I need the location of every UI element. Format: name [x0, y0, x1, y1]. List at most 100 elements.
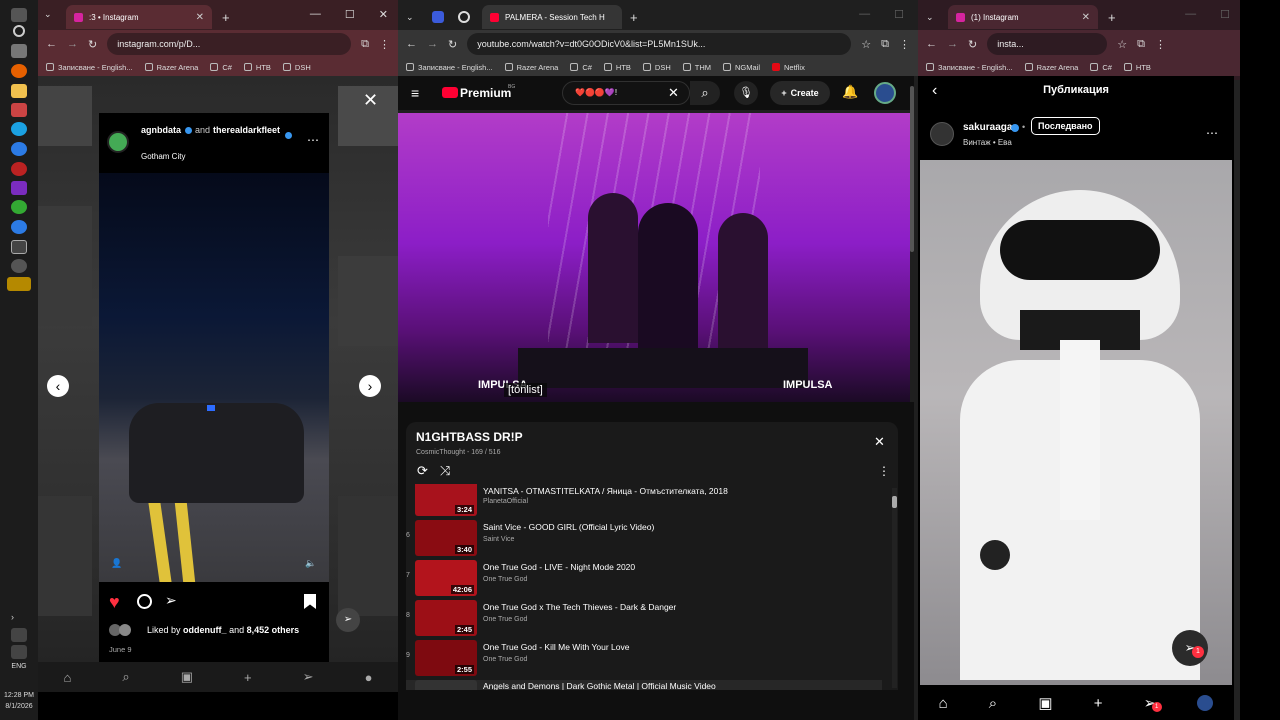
bookmark-item[interactable]: C# — [570, 63, 592, 72]
more-options-icon[interactable]: ⋯ — [1206, 126, 1218, 140]
close-post-icon[interactable]: ✕ — [363, 90, 378, 111]
shuffle-icon[interactable]: ⤨ — [440, 463, 450, 479]
playlist-item[interactable]: Angels and Demons | Dark Gothic Metal | … — [406, 680, 882, 690]
forward-icon[interactable]: → — [427, 38, 438, 50]
author-1-name[interactable]: agnbdata — [141, 125, 181, 135]
poster-subtitle[interactable]: Винтаж • Ева — [963, 138, 1012, 147]
url-field[interactable]: insta... — [987, 33, 1108, 55]
profile-avatar[interactable]: ● — [365, 670, 373, 685]
bookmark-item[interactable]: DSH — [282, 63, 311, 72]
back-icon[interactable]: ← — [46, 38, 57, 50]
close-playlist-icon[interactable]: ✕ — [874, 434, 885, 450]
create-icon[interactable]: + — [244, 670, 252, 685]
new-tab-icon[interactable]: + — [222, 10, 230, 25]
bookmark-item[interactable]: THM — [682, 63, 711, 72]
search-icon[interactable] — [13, 25, 25, 37]
chrome-profile-icon[interactable] — [11, 220, 27, 234]
loop-icon[interactable]: ⟳ — [417, 463, 428, 479]
bookmark-item[interactable]: HTB — [603, 63, 631, 72]
like-heart-icon[interactable]: ♥ — [109, 592, 120, 613]
extensions-icon[interactable]: ⧉ — [881, 38, 889, 51]
messages-icon[interactable]: ➢ 1 — [1144, 694, 1162, 712]
youtube-logo-text[interactable]: Premium — [460, 86, 511, 100]
bookmark-item[interactable]: Razer Arena — [1024, 63, 1078, 72]
url-field[interactable]: instagram.com/p/D... — [107, 33, 352, 55]
voice-search-icon[interactable]: 🎙 — [734, 81, 758, 105]
saved-bookmark-icon[interactable] — [304, 594, 316, 609]
app-icon-2[interactable] — [11, 200, 27, 214]
file-explorer-icon[interactable] — [11, 84, 27, 98]
menu-icon[interactable]: ⋮ — [1155, 38, 1166, 51]
clear-search-icon[interactable]: ✕ — [668, 85, 679, 101]
playlist-more-icon[interactable]: ⋮ — [878, 464, 890, 478]
playlist-item[interactable]: 7 42:06 One True God - LIVE - Night Mode… — [406, 560, 882, 600]
menu-icon[interactable]: ⋮ — [379, 38, 390, 51]
playlist-item[interactable]: 8 2:45 One True God x The Tech Thieves -… — [406, 600, 882, 640]
poster-username[interactable]: sakuraaga — [963, 122, 1012, 133]
bookmark-item[interactable]: HTB — [243, 63, 271, 72]
hamburger-menu-icon[interactable]: ≡ — [411, 85, 419, 101]
extensions-icon[interactable]: ⧉ — [361, 38, 369, 51]
active-chrome-icon[interactable] — [7, 277, 31, 291]
bookmark-item[interactable]: HTB — [1123, 63, 1151, 72]
back-icon[interactable]: ← — [926, 38, 937, 50]
create-button[interactable]: + Create — [770, 81, 830, 105]
search-icon[interactable]: ⌕ — [690, 81, 720, 105]
notifications-bell-icon[interactable]: 🔔 — [842, 84, 858, 100]
youtube-logo-icon[interactable] — [442, 87, 458, 98]
bookmark-item[interactable]: Записване - English... — [406, 63, 493, 72]
new-tab-icon[interactable]: + — [630, 10, 638, 25]
keyboard-icon[interactable] — [11, 645, 27, 659]
bookmark-item[interactable]: NGMail — [723, 63, 760, 72]
start-icon[interactable] — [11, 8, 27, 22]
home-icon[interactable]: ⌂ — [939, 695, 948, 712]
onenote-icon[interactable] — [11, 181, 27, 195]
tab-list-icon[interactable]: ⌄ — [44, 9, 60, 25]
clock[interactable]: 12:28 PM 8/1/2026 — [0, 690, 38, 712]
playlist-item[interactable]: 9 2:55 One True God - Kill Me With Your … — [406, 640, 882, 680]
minimize-icon[interactable]: — — [310, 8, 321, 21]
playlist-scrollbar-thumb[interactable] — [892, 496, 897, 508]
playlist-item[interactable]: 6 3:40 Saint Vice - GOOD GIRL (Official … — [406, 520, 882, 560]
playlist-title[interactable]: N1GHTBASS DR!P — [416, 430, 523, 444]
forward-icon[interactable]: → — [67, 38, 78, 50]
share-icon[interactable]: ➢ — [165, 592, 177, 609]
extensions-icon[interactable]: ⧉ — [1137, 38, 1145, 51]
playlist-channel[interactable]: CosmicThought — [416, 449, 465, 456]
minimize-icon[interactable]: — — [1185, 8, 1196, 21]
app-icon-3[interactable] — [11, 240, 27, 254]
profile-avatar[interactable] — [1197, 695, 1214, 711]
page-scrollbar[interactable] — [910, 86, 914, 252]
maximize-icon[interactable]: ☐ — [345, 8, 355, 21]
bookmark-item[interactable]: DSH — [642, 63, 671, 72]
comment-icon[interactable] — [137, 594, 152, 609]
minimize-icon[interactable]: — — [859, 8, 870, 21]
post-image[interactable]: 👤 🔈 — [99, 173, 329, 582]
tab-instagram[interactable]: :3 • Instagram ✕ — [66, 5, 212, 29]
maximize-icon[interactable]: ☐ — [894, 8, 904, 21]
bookmark-star-icon[interactable]: ☆ — [1117, 38, 1127, 51]
bookmark-item[interactable]: C# — [210, 63, 232, 72]
bookmark-item[interactable]: Razer Arena — [144, 63, 198, 72]
maximize-icon[interactable]: ☐ — [1220, 8, 1230, 21]
reload-icon[interactable]: ↻ — [968, 38, 977, 51]
firefox-icon[interactable] — [11, 64, 27, 78]
menu-icon[interactable]: ⋮ — [899, 38, 910, 51]
playlist-item[interactable]: 3:24 YANITSA - OTMASTITELKATA / Яница - … — [406, 484, 882, 520]
tab-list-icon[interactable]: ⌄ — [406, 12, 422, 23]
tab-list-icon[interactable]: ⌄ — [926, 12, 942, 23]
liked-by-others[interactable]: 8,452 others — [247, 625, 300, 635]
volume-icon[interactable] — [11, 628, 27, 642]
app-icon-1[interactable] — [11, 103, 27, 117]
bookmark-item[interactable]: C# — [1090, 63, 1112, 72]
create-icon[interactable]: + — [1094, 695, 1103, 712]
task-view-icon[interactable] — [11, 44, 27, 58]
reload-icon[interactable]: ↻ — [88, 38, 97, 51]
author-2-name[interactable]: therealdarkfleet — [213, 125, 287, 135]
search-icon[interactable]: ⌕ — [122, 669, 129, 685]
video-player[interactable]: IMPULSA IMPULSA [tónlist] — [398, 113, 910, 402]
home-icon[interactable]: ⌂ — [64, 670, 72, 685]
opera-icon[interactable] — [11, 162, 27, 176]
tagged-users-icon[interactable]: 👤 — [111, 558, 122, 569]
post-image[interactable]: ➢ 1 — [920, 160, 1232, 685]
